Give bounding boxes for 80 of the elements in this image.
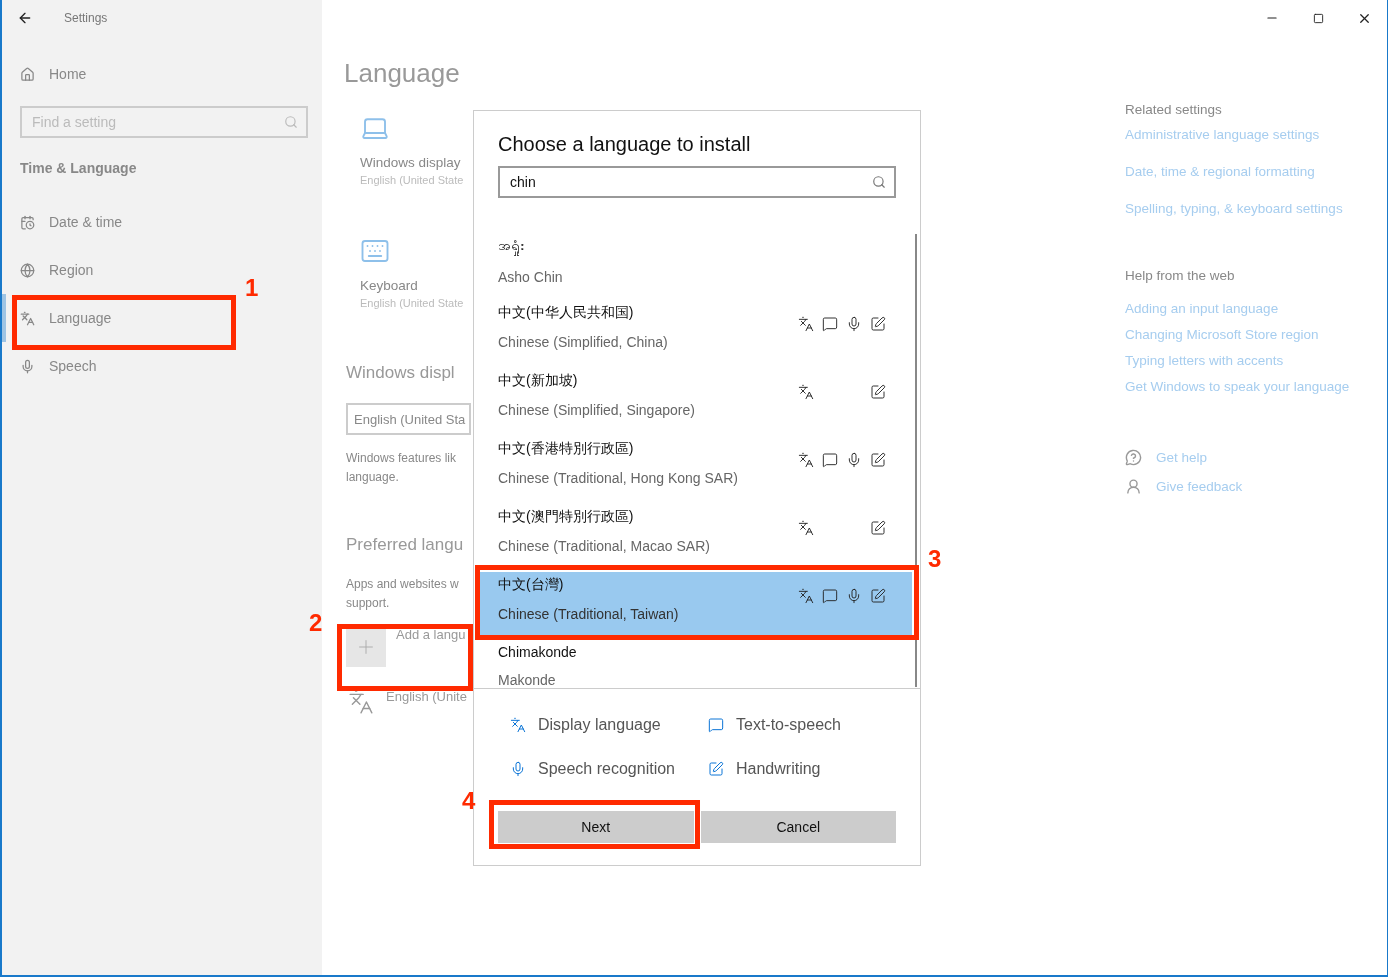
native-name: Chimakonde <box>498 644 578 660</box>
step-number: 3 <box>928 545 942 573</box>
english-name: Makonde <box>498 672 557 688</box>
english-name: Chinese (Simplified, China) <box>498 334 669 350</box>
scrollbar[interactable] <box>915 234 917 687</box>
cancel-button[interactable]: Cancel <box>700 811 896 843</box>
native-name: 中文(台灣) <box>498 576 565 594</box>
sidebar-item[interactable]: Date & time <box>2 198 135 246</box>
help-link[interactable]: Typing letters with accents <box>1125 353 1387 368</box>
legend-label: Speech recognition <box>538 760 675 778</box>
globe-icon <box>20 262 35 278</box>
support-link[interactable]: Give feedback <box>1156 479 1243 494</box>
search-icon <box>284 115 298 129</box>
step-number: 1 <box>245 274 259 302</box>
back-arrow-icon <box>17 10 33 26</box>
sidebar-item[interactable]: Region <box>2 246 106 294</box>
native-name: အရှုံး <box>498 236 798 257</box>
step-number: 2 <box>309 609 323 637</box>
maximize-icon <box>1312 12 1324 24</box>
language-option[interactable]: 中文(新加坡) Chinese (Simplified, Singapore) <box>476 368 912 436</box>
tile-label: Keyboard <box>360 278 419 293</box>
window-title: Settings <box>64 11 108 25</box>
search-icon <box>872 175 886 189</box>
page-title: Language <box>344 58 461 89</box>
english-name: Chinese (Traditional, Hong Kong SAR) <box>498 470 739 486</box>
help-bubble-icon <box>1125 449 1142 466</box>
home-nav-item[interactable]: Home <box>2 50 99 98</box>
native-name: 中文(新加坡) <box>498 372 579 390</box>
microphone-icon <box>510 761 526 777</box>
legend-label: Text-to-speech <box>736 716 841 734</box>
section-heading: Preferred langu <box>346 535 465 555</box>
tile-subtitle: English (United State <box>360 174 465 186</box>
home-icon <box>20 66 35 82</box>
language-icon <box>20 310 35 326</box>
language-option[interactable]: 中文(澳門特別行政區) Chinese (Traditional, Macao SAR) <box>476 504 912 572</box>
settings-link[interactable]: Spelling, typing, & keyboard settings <box>1125 201 1387 216</box>
description-text: Windows features lik language. <box>346 450 458 486</box>
sidebar-item[interactable]: Language <box>2 294 124 342</box>
settings-link[interactable]: Administrative language settings <box>1125 127 1387 142</box>
person-icon <box>1125 478 1142 495</box>
english-name: Chinese (Traditional, Taiwan) <box>498 606 680 622</box>
speech-bubble-icon <box>708 717 724 733</box>
dialog-title: Choose a language to install <box>497 132 752 156</box>
tile-label: Windows display <box>360 155 462 170</box>
language-search-field[interactable]: chin <box>498 166 896 198</box>
section-heading: Help from the web <box>1125 268 1236 283</box>
microphone-icon <box>20 358 35 374</box>
language-option[interactable]: အရှုံး Asho Chin <box>476 232 912 300</box>
native-name: 中文(澳門特別行政區) <box>498 508 635 526</box>
calendar-icon <box>20 214 35 230</box>
settings-link[interactable]: Date, time & regional formatting <box>1125 164 1387 179</box>
add-language-label: Add a langu <box>396 627 466 642</box>
language-option[interactable]: 中文(中华人民共和国) Chinese (Simplified, China) <box>476 300 912 368</box>
english-name: Chinese (Traditional, Macao SAR) <box>498 538 711 554</box>
language-dropdown[interactable]: English (United Sta <box>346 403 471 435</box>
language-icon <box>510 717 526 733</box>
sidebar-item[interactable]: Speech <box>2 342 109 390</box>
language-name: English (Unite <box>386 689 467 704</box>
help-link[interactable]: Changing Microsoft Store region <box>1125 327 1387 342</box>
section-heading: Time & Language <box>20 160 138 176</box>
next-button[interactable]: Next <box>498 811 694 843</box>
legend-label: Handwriting <box>736 760 821 778</box>
section-heading: Related settings <box>1125 102 1223 117</box>
language-option[interactable]: 中文(香港特別行政區) Chinese (Traditional, Hong Kong SAR) <box>476 436 912 504</box>
native-name: 中文(中华人民共和国) <box>498 304 635 322</box>
tile-subtitle: English (United State <box>360 297 465 309</box>
help-link[interactable]: Get Windows to speak your language <box>1125 379 1387 394</box>
step-number: 4 <box>462 787 476 815</box>
language-option[interactable]: Chimakonde Makonde <box>476 640 912 688</box>
english-name: Chinese (Simplified, Singapore) <box>498 402 696 418</box>
english-name: Asho Chin <box>498 269 564 285</box>
language-icon <box>348 689 374 715</box>
legend-label: Display language <box>538 716 661 734</box>
pen-icon <box>708 761 724 777</box>
description-text: Apps and websites w support. <box>346 576 460 612</box>
support-link[interactable]: Get help <box>1156 450 1208 465</box>
section-heading: Windows displ <box>346 363 456 383</box>
add-button[interactable] <box>346 627 386 667</box>
help-link[interactable]: Adding an input language <box>1125 301 1387 316</box>
native-name: 中文(香港特別行政區) <box>498 440 635 458</box>
